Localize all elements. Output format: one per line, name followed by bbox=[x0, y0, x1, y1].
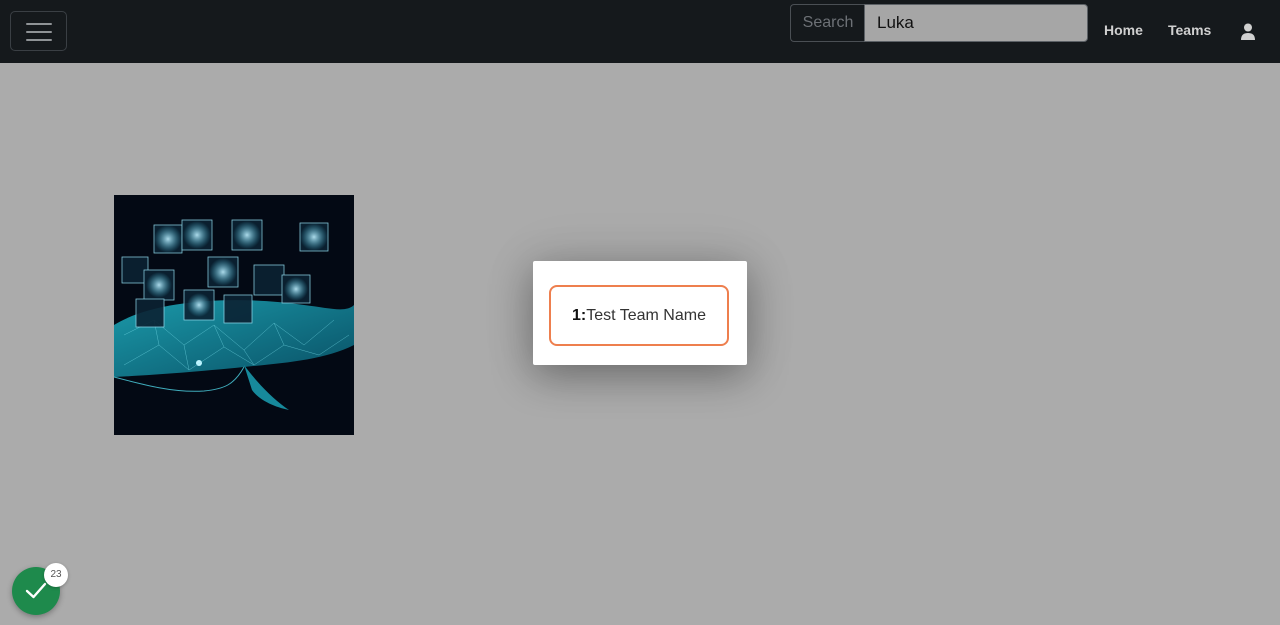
nav-link-home[interactable]: Home bbox=[1104, 21, 1143, 39]
user-icon[interactable] bbox=[1240, 23, 1256, 40]
menu-toggle-button[interactable] bbox=[10, 11, 67, 51]
team-result-item[interactable]: 1: Test Team Name bbox=[549, 285, 729, 346]
nav-link-teams[interactable]: Teams bbox=[1168, 21, 1211, 39]
top-navbar: Search Home Teams bbox=[0, 0, 1280, 63]
status-count-badge: 23 bbox=[44, 563, 68, 587]
checkmark-icon bbox=[25, 582, 47, 599]
team-results-modal: 1: Test Team Name bbox=[533, 261, 747, 365]
search-label: Search bbox=[790, 4, 865, 42]
whale-image bbox=[114, 195, 354, 435]
hamburger-menu-icon bbox=[26, 23, 52, 25]
search-input[interactable] bbox=[864, 4, 1088, 42]
team-number: 1: bbox=[572, 306, 587, 324]
team-name: Test Team Name bbox=[586, 306, 706, 324]
